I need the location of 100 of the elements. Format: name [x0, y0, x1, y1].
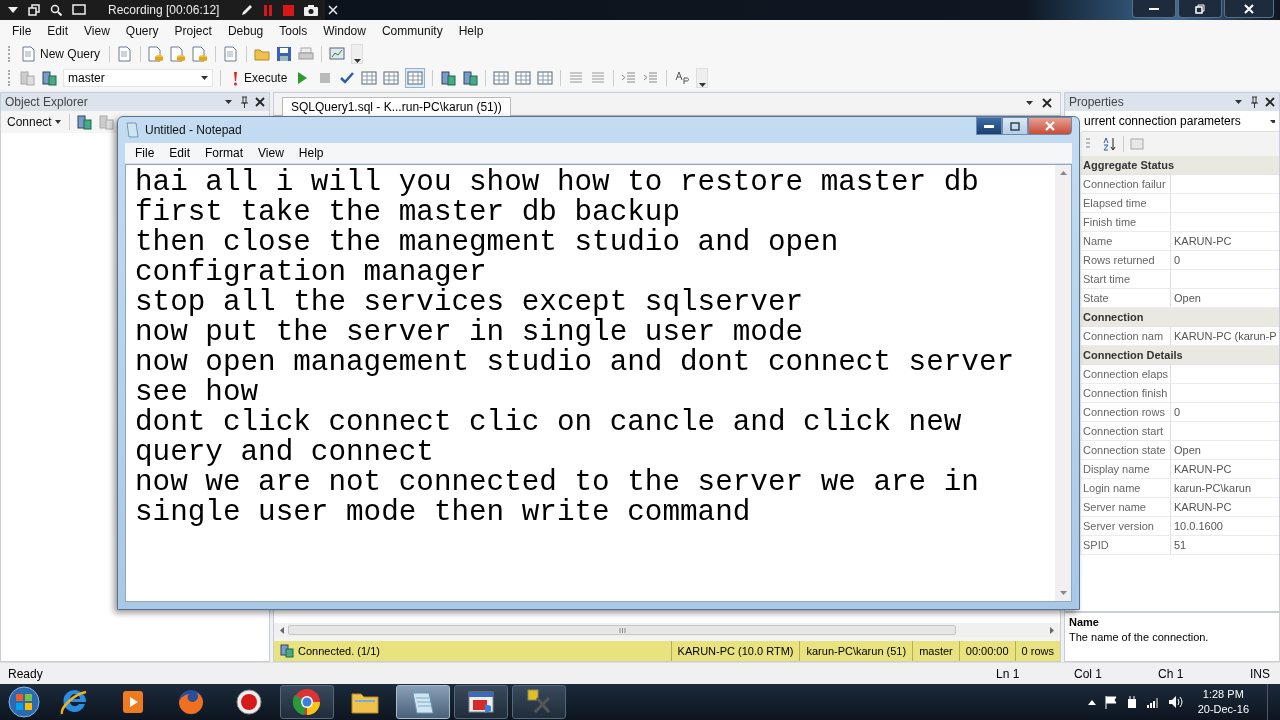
close-button[interactable]	[1224, 0, 1274, 18]
property-value: KARUN-PC	[1173, 500, 1233, 515]
property-value: 10.0.1600	[1173, 519, 1224, 534]
property-name: Finish time	[1081, 213, 1171, 231]
dropdown-icon[interactable]	[225, 99, 233, 105]
menu-item[interactable]: View	[76, 22, 118, 40]
scroll-down-icon[interactable]	[1059, 591, 1067, 595]
property-name: Login name	[1081, 479, 1171, 497]
taskbar-button[interactable]	[280, 685, 334, 719]
minimize-button[interactable]	[976, 117, 1002, 135]
taskbar-button[interactable]	[454, 685, 508, 719]
scroll-right-icon[interactable]	[1050, 626, 1054, 634]
property-name: Connection elaps	[1081, 365, 1171, 383]
menu-item[interactable]: Tools	[271, 22, 316, 40]
server-icon[interactable]	[462, 70, 479, 86]
maximize-icon	[1010, 121, 1020, 131]
maximize-button[interactable]	[1002, 117, 1028, 135]
menu-item[interactable]: File	[129, 146, 164, 160]
server-icon[interactable]	[75, 114, 92, 130]
connected-icon	[280, 644, 294, 658]
flag-icon[interactable]	[1104, 695, 1117, 709]
document-tab[interactable]: SQLQuery1.sql - K...run-PC\karun (51))	[282, 97, 511, 116]
property-name: Connection state	[1081, 441, 1171, 459]
status-cell-text: Col 1	[1074, 666, 1103, 681]
dropdown-icon[interactable]	[8, 7, 18, 13]
menu-item[interactable]: Format	[199, 146, 253, 160]
check-icon[interactable]	[339, 70, 356, 86]
connect-button[interactable]: Connect	[5, 114, 63, 130]
menu-item[interactable]: Edit	[163, 146, 200, 160]
caret-icon	[1270, 119, 1275, 123]
pin-icon[interactable]	[239, 95, 249, 109]
overflow-button[interactable]	[696, 68, 709, 88]
document-icon	[21, 46, 37, 62]
new-query-button[interactable]: New Query	[19, 45, 103, 63]
close-icon	[1045, 121, 1055, 131]
pause-icon[interactable]	[263, 4, 274, 16]
dropdown-icon[interactable]	[1026, 100, 1034, 106]
minimize-button[interactable]	[1132, 0, 1176, 18]
server-icon[interactable]	[41, 70, 57, 86]
property-group-header[interactable]: Aggregate Status	[1081, 156, 1279, 174]
database-dropdown[interactable]: master	[63, 69, 213, 87]
font-icon[interactable]	[674, 70, 691, 86]
pencil-icon[interactable]	[241, 4, 254, 16]
status-text: Ready	[8, 666, 43, 681]
close-icon[interactable]	[1265, 97, 1275, 107]
volume-icon[interactable]	[1168, 696, 1183, 708]
property-name: Connection start	[1081, 422, 1171, 440]
menu-item[interactable]: Debug	[219, 22, 272, 40]
menu-item[interactable]: View	[252, 146, 293, 160]
close-icon[interactable]	[255, 97, 265, 107]
restore-icon[interactable]	[28, 4, 40, 16]
overflow-button[interactable]	[351, 44, 364, 64]
property-name: SPID	[1081, 536, 1171, 554]
screen-icon[interactable]	[72, 4, 86, 16]
signal-icon[interactable]	[1146, 696, 1160, 708]
stop-icon[interactable]	[283, 4, 295, 16]
taskbar-button[interactable]	[512, 685, 566, 719]
dropdown-icon[interactable]	[1235, 99, 1243, 105]
restore-icon	[1195, 3, 1205, 14]
property-value: 51	[1173, 538, 1188, 553]
scroll-up-icon[interactable]	[1059, 171, 1067, 175]
status-cell-text: Ch 1	[1158, 666, 1185, 681]
menu-item[interactable]: File	[4, 22, 40, 40]
property-value: Open	[1173, 291, 1202, 306]
sort-alphabetical-icon[interactable]	[1103, 137, 1117, 151]
maximize-button[interactable]	[1178, 0, 1222, 18]
save-icon[interactable]	[276, 46, 293, 62]
scroll-left-icon[interactable]	[280, 626, 284, 634]
camera-icon[interactable]	[304, 4, 319, 16]
property-name: Server version	[1081, 517, 1171, 535]
status-cell: karun-PC\karun (51)	[799, 641, 913, 661]
menu-item[interactable]: Help	[450, 22, 492, 40]
scrollbar-thumb[interactable]	[288, 625, 956, 635]
menu-item[interactable]: Window	[315, 22, 374, 40]
menu-item[interactable]: Query	[117, 22, 167, 40]
property-name: Start time	[1081, 270, 1171, 288]
power-icon[interactable]	[1125, 695, 1138, 709]
chart-icon[interactable]	[329, 46, 346, 62]
show-hidden-icon[interactable]	[1087, 699, 1096, 705]
search-icon[interactable]	[50, 4, 62, 16]
clock[interactable]: 1:28 PM 20-Dec-16	[1191, 687, 1255, 717]
property-name: Connection rows	[1081, 403, 1171, 421]
property-group-header[interactable]: Connection Details	[1081, 346, 1279, 364]
server-icon[interactable]	[440, 70, 457, 86]
menu-item[interactable]: Community	[373, 22, 451, 40]
notepad-icon	[125, 122, 139, 138]
menu-item[interactable]: Project	[166, 22, 220, 40]
recording-timer: Recording [00:06:12]	[108, 3, 220, 17]
menu-item[interactable]: Help	[292, 146, 333, 160]
caret-icon	[201, 76, 208, 80]
property-group-header[interactable]: Connection	[1081, 308, 1279, 326]
execute-button[interactable]: Execute	[228, 69, 290, 87]
caret-icon	[54, 120, 61, 124]
close-icon[interactable]	[1042, 98, 1052, 108]
menu-item[interactable]: Edit	[39, 22, 77, 40]
pin-icon[interactable]	[1249, 95, 1259, 109]
caret-icon	[353, 59, 361, 63]
property-value: KARUN-PC	[1173, 462, 1233, 477]
description-text: The name of the connection.	[1069, 631, 1210, 643]
status-cell: KARUN-PC (10.0 RTM)	[670, 641, 800, 661]
